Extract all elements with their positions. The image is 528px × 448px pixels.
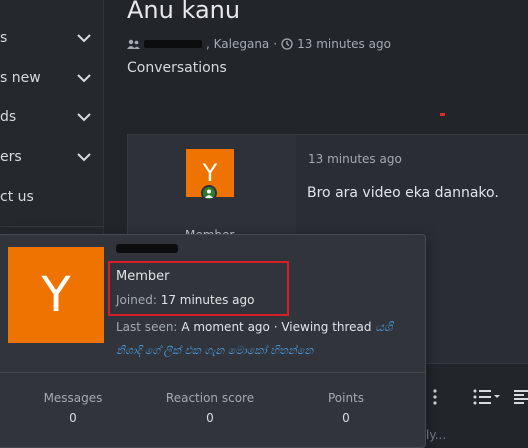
joined-label: Joined:: [116, 293, 157, 307]
page-title: Anu kanu: [127, 0, 241, 24]
tooltip-divider: [0, 372, 426, 373]
sidebar-item-label: ers: [0, 149, 22, 165]
stat-value: 0: [342, 411, 350, 425]
member-role: Member: [116, 269, 170, 284]
editor-placeholder[interactable]: ly...: [426, 428, 446, 442]
align-left-icon[interactable]: [512, 388, 528, 406]
stat-messages[interactable]: Messages 0: [13, 391, 133, 425]
chevron-down-icon[interactable]: [76, 30, 92, 46]
redacted-participants: [144, 40, 202, 48]
stat-value: 0: [206, 411, 214, 425]
stat-reaction-score[interactable]: Reaction score 0: [150, 391, 270, 425]
sidebar-item-forums[interactable]: s: [0, 18, 104, 58]
last-seen-label: Last seen:: [116, 320, 178, 334]
stat-points[interactable]: Points 0: [286, 391, 406, 425]
stat-value: 0: [69, 411, 77, 425]
sidebar-item-members[interactable]: ers: [0, 137, 104, 177]
post-timestamp[interactable]: 13 minutes ago: [308, 152, 402, 166]
clock-icon: [281, 38, 293, 50]
sidebar-item-label: s new: [0, 70, 41, 86]
sidebar-divider: [0, 226, 104, 227]
activity-label: · Viewing thread: [273, 320, 372, 334]
sidebar-item-label: ds: [0, 109, 17, 125]
post-body: Bro ara video eka dannako.: [307, 185, 499, 201]
thread-time[interactable]: 13 minutes ago: [297, 37, 391, 51]
joined-value: 17 minutes ago: [160, 293, 255, 307]
stat-label: Points: [327, 391, 365, 405]
sidebar-item-downloads[interactable]: ds: [0, 97, 104, 137]
sidebar-item-label: s: [0, 30, 8, 46]
sidebar-item-label: ct us: [0, 189, 34, 205]
sidebar-item-contact-us[interactable]: ct us: [0, 177, 104, 217]
breadcrumb[interactable]: Conversations: [127, 60, 227, 76]
stat-label: Reaction score: [165, 391, 255, 405]
tooltip-avatar[interactable]: Y: [8, 247, 104, 343]
chevron-down-icon[interactable]: [76, 70, 92, 86]
thread-location: , Kalegana: [206, 37, 270, 51]
chevron-down-icon[interactable]: [76, 149, 92, 165]
chevron-down-icon[interactable]: [76, 109, 92, 125]
list-format-icon[interactable]: [473, 388, 503, 406]
stat-label: Messages: [43, 391, 103, 405]
more-options-icon[interactable]: [433, 388, 437, 406]
sidebar: s s new ds ers ct us: [0, 0, 104, 260]
online-status-icon: [201, 185, 217, 201]
notification-mark: [440, 113, 445, 116]
last-seen-value: A moment ago: [181, 320, 270, 334]
viewing-thread-link[interactable]: යශි: [375, 320, 392, 334]
member-last-seen: Last seen: A moment ago · Viewing thread…: [116, 320, 393, 335]
redacted-username[interactable]: [116, 244, 178, 253]
thread-meta: , Kalegana · 13 minutes ago: [127, 37, 391, 51]
viewing-thread-link-cont[interactable]: නිශාදි ගේ ලීක් එක ගැන මොකෝ හිතන්නෙ: [116, 344, 313, 358]
member-joined: Joined: 17 minutes ago: [116, 293, 255, 307]
participants-icon: [127, 39, 140, 49]
sidebar-item-whats-new[interactable]: s new: [0, 58, 104, 98]
